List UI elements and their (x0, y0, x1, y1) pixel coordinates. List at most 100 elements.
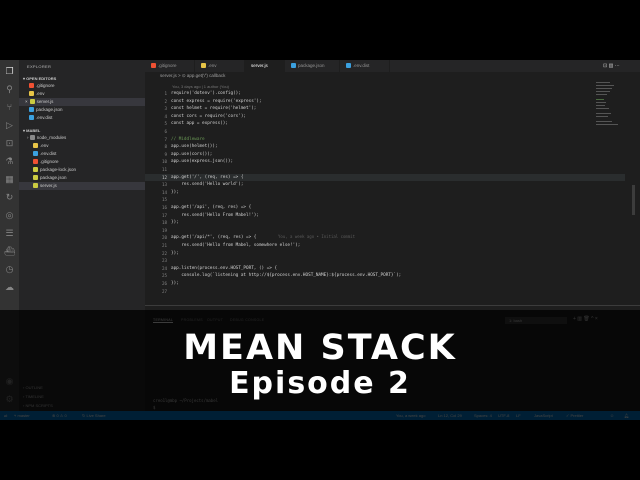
minimap-line (596, 99, 604, 100)
minimap-line (596, 82, 610, 83)
code-line[interactable]: const cors = require('cors'); (171, 114, 246, 119)
file-icon (33, 143, 38, 149)
open-editor-item[interactable]: .env (29, 90, 45, 98)
code-line[interactable]: app.use(helmet()); (171, 144, 218, 149)
file-name: package.json (36, 107, 63, 112)
line-number: 22 (161, 250, 167, 256)
database-icon[interactable]: ☰ (4, 228, 15, 239)
open-editors-header[interactable]: ▾ OPEN EDITORS (23, 76, 56, 81)
search-icon[interactable]: ⚲ (4, 84, 15, 95)
file-name: .env (40, 143, 49, 148)
env-file-icon (201, 63, 206, 69)
code-line[interactable]: res.send('Hello From Mabel!'); (171, 213, 259, 218)
tab-env-dist[interactable]: .env.dist (340, 60, 390, 72)
line-number: 20 (161, 235, 167, 241)
file-name: .env.dist (36, 115, 53, 120)
open-editor-item[interactable]: package.json (29, 106, 63, 114)
line-number: 26 (161, 281, 167, 286)
file-name: .gitignore (36, 83, 55, 88)
code-comment[interactable]: // Middleware (171, 137, 205, 142)
files-icon[interactable]: ❐ (4, 66, 15, 77)
tab-env[interactable]: .env (195, 60, 245, 72)
git-graph-icon[interactable]: ◎ (4, 210, 15, 221)
minimap-line (596, 85, 614, 86)
minimap-line (596, 105, 605, 106)
code-line[interactable]: }); (171, 281, 179, 286)
git-file-icon (151, 63, 156, 69)
code-line[interactable]: app.use(cors()); (171, 152, 212, 157)
folder-item[interactable]: › node_modules (27, 134, 66, 142)
line-number: 4 (164, 113, 167, 119)
line-number: 13 (161, 182, 167, 188)
code-line[interactable]: app.get('/api', (req, res) => { (171, 205, 251, 210)
file-icon (29, 99, 35, 105)
minimap-line (596, 102, 606, 103)
live-share-icon[interactable]: ↻ (4, 192, 15, 203)
code-line[interactable]: }); (171, 190, 179, 195)
remote-icon[interactable]: ⊡ (4, 138, 15, 149)
code-line[interactable]: const express = require('express'); (171, 99, 262, 104)
close-icon[interactable]: × (25, 99, 28, 104)
file-item-active[interactable]: server.js (19, 182, 145, 190)
file-item[interactable]: .env (33, 142, 49, 150)
file-icon (33, 175, 38, 181)
open-editor-item-active[interactable]: × server.js (19, 98, 145, 106)
minimap-line (596, 124, 618, 125)
video-title: MEAN STACK (183, 328, 457, 368)
code-line[interactable]: app.listen(process.env.HOST_PORT, () => … (171, 266, 277, 271)
open-editor-item[interactable]: .env.dist (29, 114, 52, 122)
tab-package-json[interactable]: package.json (285, 60, 340, 72)
code-line[interactable]: console.log(`listening at http://${proce… (171, 273, 401, 278)
codelens-blame[interactable]: You, 3 days ago | 1 author (You) (172, 84, 229, 89)
minimap[interactable] (594, 80, 624, 130)
file-item[interactable]: .env.dist (33, 150, 56, 158)
file-name: node_modules (36, 135, 67, 140)
file-icon (29, 107, 34, 113)
file-name: package-lock.json (40, 167, 77, 172)
file-item[interactable]: .gitignore (33, 158, 59, 166)
code-line[interactable]: res.send('Hello from Mabel, somewhere el… (171, 243, 300, 248)
cloud-icon[interactable]: ☁ (4, 282, 15, 293)
open-editor-item[interactable]: .gitignore (29, 82, 55, 90)
editor-actions-icon[interactable]: ⊡ ▥ ··· (603, 63, 620, 69)
line-number: 9 (164, 151, 167, 157)
docker-icon[interactable]: ⛴ (4, 246, 15, 257)
file-icon (33, 183, 38, 189)
line-number: 5 (164, 121, 167, 127)
code-line[interactable]: app.get('/', (req, res) => { (171, 175, 243, 180)
file-icon (29, 115, 34, 121)
line-number: 27 (161, 288, 167, 294)
file-item[interactable]: package.json (33, 174, 67, 182)
editor-tabs: .gitignore .env server.js package.json .… (145, 60, 640, 72)
chevron-right-icon: › (27, 135, 29, 140)
file-name: package.json (40, 175, 67, 180)
editor-scrollbar[interactable] (632, 185, 635, 215)
minimap-line (596, 121, 612, 122)
tab-gitignore[interactable]: .gitignore (145, 60, 195, 72)
line-number: 11 (161, 167, 167, 172)
code-line[interactable]: const app = express(); (171, 121, 228, 126)
debug-icon[interactable]: ▷ (4, 120, 15, 131)
line-number: 2 (164, 98, 167, 104)
breadcrumb[interactable]: server.js > ⊙ app.get('/') callback (160, 73, 225, 79)
minimap-line (596, 94, 607, 95)
code-line[interactable]: }); (171, 220, 179, 225)
code-line[interactable]: const helmet = require('helmet'); (171, 106, 256, 111)
tab-label: .gitignore (158, 63, 177, 68)
code-line[interactable]: require('dotenv').config(); (171, 91, 241, 96)
code-line[interactable]: res.send('Hello world'); (171, 182, 243, 187)
file-icon (29, 83, 34, 89)
project-header[interactable]: ▾ MABEL (23, 128, 40, 133)
line-number: 3 (164, 106, 167, 112)
file-name: .gitignore (40, 159, 59, 164)
tab-server-js[interactable]: server.js (245, 60, 285, 72)
line-number: 25 (161, 273, 167, 279)
code-line[interactable]: }); (171, 251, 179, 256)
code-line[interactable]: app.use(express.json()); (171, 159, 233, 164)
source-control-icon[interactable]: ⑂ (4, 102, 15, 113)
timeline-icon[interactable]: ◷ (4, 264, 15, 275)
test-icon[interactable]: ⚗ (4, 156, 15, 167)
file-item[interactable]: package-lock.json (33, 166, 76, 174)
extensions-icon[interactable]: ▦ (4, 174, 15, 185)
code-line[interactable]: app.get('/api/*', (req, res) => { (171, 235, 256, 240)
